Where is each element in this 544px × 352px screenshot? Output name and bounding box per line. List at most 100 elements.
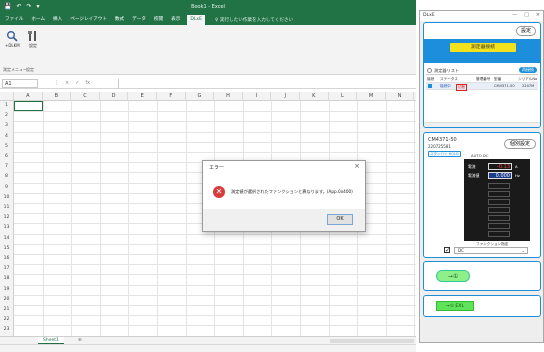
- tab-insert[interactable]: 挿入: [52, 14, 63, 25]
- window-title: Book1 - Excel: [191, 4, 225, 10]
- column-header[interactable]: E: [128, 92, 157, 101]
- row-header[interactable]: 1: [0, 101, 14, 112]
- tab-view[interactable]: 表示: [170, 14, 181, 25]
- row-header[interactable]: 18: [0, 274, 14, 285]
- tab-file[interactable]: ファイル: [4, 14, 24, 25]
- device-table: 接続 ステータス 管理番号 型番 シリアルNo 接続中 切断 CM4371-50…: [426, 76, 538, 91]
- gridline-horizontal: [14, 233, 416, 235]
- individual-settings-button[interactable]: 個別設定: [504, 139, 536, 149]
- gridline-horizontal: [14, 284, 416, 286]
- row-model: CM4371-50: [494, 84, 515, 88]
- row-checkbox[interactable]: [428, 84, 432, 88]
- reconnect-button[interactable]: 再接続: [519, 67, 537, 73]
- row-header[interactable]: 19: [0, 284, 14, 295]
- row-header[interactable]: 17: [0, 264, 14, 275]
- column-header[interactable]: B: [43, 92, 72, 101]
- tab-page-layout[interactable]: ページレイアウト: [69, 14, 108, 25]
- dialog-footer: OK: [203, 209, 365, 231]
- collapse-icon[interactable]: [427, 68, 432, 73]
- sheet-tab-bar: Sheet1 ⊕: [0, 336, 416, 344]
- tab-dlxe[interactable]: DLxE: [187, 15, 206, 25]
- gridline-horizontal: [14, 152, 416, 153]
- readout-slot: [488, 207, 510, 213]
- column-header[interactable]: F: [157, 92, 186, 101]
- row-header[interactable]: 15: [0, 243, 14, 254]
- row-header[interactable]: 23: [0, 325, 14, 336]
- row-header[interactable]: 6: [0, 152, 14, 163]
- close-icon[interactable]: ×: [354, 162, 360, 170]
- tab-review[interactable]: 校閲: [153, 14, 164, 25]
- row-header[interactable]: 12: [0, 213, 14, 224]
- column-header[interactable]: L: [329, 92, 358, 101]
- row-header[interactable]: 7: [0, 162, 14, 173]
- column-header[interactable]: C: [71, 92, 100, 101]
- tell-me-search[interactable]: ♀ 実行したい作業を入力してください: [215, 17, 293, 23]
- readout-row-current: 電流 -0.13 A: [466, 163, 528, 170]
- readout-slot: [488, 215, 510, 221]
- formula-icons: ⋮ × ✓ fx: [54, 79, 90, 88]
- maximize-icon[interactable]: □: [524, 12, 529, 18]
- select-all-corner[interactable]: [0, 92, 14, 101]
- dlkm-button[interactable]: +DLKM: [5, 29, 20, 48]
- tab-formulas[interactable]: 数式: [114, 14, 125, 25]
- row-header[interactable]: 3: [0, 121, 14, 132]
- col-connect: 接続: [427, 77, 435, 81]
- tab-data[interactable]: データ: [131, 14, 147, 25]
- row-header[interactable]: 21: [0, 305, 14, 316]
- excel-transfer-button[interactable]: →① EXL: [436, 301, 474, 311]
- row-header[interactable]: 10: [0, 192, 14, 203]
- column-header[interactable]: N: [386, 92, 415, 101]
- column-header[interactable]: D: [100, 92, 129, 101]
- column-header[interactable]: G: [186, 92, 215, 101]
- readout-slot: [488, 231, 510, 237]
- horizontal-scrollbar[interactable]: [330, 339, 414, 343]
- row-header[interactable]: 22: [0, 315, 14, 326]
- row-header[interactable]: 8: [0, 172, 14, 183]
- row-header[interactable]: 14: [0, 233, 14, 244]
- cancel-icon[interactable]: ×: [65, 79, 69, 88]
- add-sheet-icon[interactable]: ⊕: [78, 337, 82, 344]
- enter-icon[interactable]: ✓: [75, 79, 79, 88]
- column-header[interactable]: I: [243, 92, 272, 101]
- column-header[interactable]: M: [357, 92, 386, 101]
- function-select[interactable]: DC ⌄: [454, 247, 528, 254]
- panel-scrollbar[interactable]: [424, 122, 540, 127]
- column-header[interactable]: K: [300, 92, 329, 101]
- row-header[interactable]: 16: [0, 254, 14, 265]
- column-header[interactable]: H: [214, 92, 243, 101]
- gridline-vertical: [157, 101, 158, 336]
- row-header[interactable]: 20: [0, 294, 14, 305]
- function-checkbox[interactable]: ✓: [444, 247, 450, 254]
- row-header[interactable]: 2: [0, 111, 14, 122]
- row-header[interactable]: 5: [0, 141, 14, 152]
- column-header[interactable]: A: [14, 92, 43, 101]
- readout-slot: [488, 183, 510, 189]
- minimize-icon[interactable]: —: [512, 12, 517, 18]
- insert-function-icon[interactable]: fx: [85, 79, 90, 88]
- settings-button[interactable]: 設定: [26, 29, 40, 49]
- standby-hold-badge[interactable]: スタンバイ HOLD: [428, 151, 461, 157]
- name-box[interactable]: A1: [2, 79, 38, 88]
- gridline-horizontal: [14, 264, 416, 266]
- settings-button[interactable]: 設定: [516, 26, 536, 36]
- row-header[interactable]: 4: [0, 131, 14, 142]
- active-cell[interactable]: [14, 101, 43, 112]
- connect-device-button[interactable]: 測定器接続: [450, 43, 516, 52]
- excel-titlebar: 💾 ↶ ↷ ▾ Book1 - Excel: [0, 0, 416, 14]
- row-disconnect-badge[interactable]: 切断: [456, 84, 468, 91]
- row-header[interactable]: 9: [0, 182, 14, 193]
- gridline-horizontal: [14, 131, 416, 133]
- close-window-icon[interactable]: ×: [536, 12, 540, 18]
- column-header[interactable]: J: [271, 92, 300, 101]
- device-list-label: 測定器リスト: [434, 68, 460, 73]
- tab-home[interactable]: ホーム: [30, 14, 46, 25]
- row-header[interactable]: 11: [0, 203, 14, 214]
- col-serial: シリアルNo: [518, 77, 538, 81]
- table-row[interactable]: 接続中 切断 CM4371-50 2207M: [426, 83, 538, 91]
- transfer-button[interactable]: →①: [436, 270, 470, 282]
- formula-input[interactable]: [118, 79, 414, 88]
- ok-button[interactable]: OK: [327, 214, 353, 225]
- readout-value: -0.13: [488, 163, 512, 170]
- sheet-tab-sheet1[interactable]: Sheet1: [38, 337, 64, 344]
- row-header[interactable]: 13: [0, 223, 14, 234]
